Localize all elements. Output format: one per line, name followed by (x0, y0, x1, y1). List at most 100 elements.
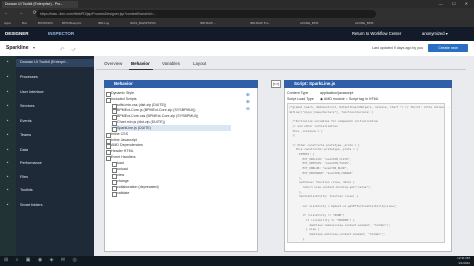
behavior-panel-title: Behavior (104, 80, 258, 88)
chevron-down-icon[interactable]: ▾ (33, 45, 35, 50)
behavior-row[interactable]: SparkLine.js (DUITE) (117, 126, 151, 130)
behavior-row[interactable]: Dynamic Style (111, 91, 134, 95)
code-line: domClass.remove(view.context.element, "h… (289, 222, 391, 227)
file-icon: ▪ (6, 174, 9, 180)
behavior-row[interactable]: Event Handlers (111, 155, 136, 159)
behavior-row[interactable]: validate (117, 191, 129, 195)
behavior-row[interactable]: AMD Dependencies (111, 143, 143, 147)
behavior-row[interactable]: change (117, 179, 129, 183)
bookmark-item[interactable]: AZURE_BPM (355, 20, 373, 27)
behavior-row[interactable]: load (117, 161, 124, 165)
bookmark-item[interactable]: IBM BAW Pro... (250, 20, 271, 27)
code-line: }; (289, 133, 296, 138)
return-to-workflow-center-link[interactable]: Return to Workflow Center (352, 31, 401, 36)
app-header: DESIGNER INSPECTOR (0, 27, 474, 41)
process-icon: ▪ (6, 74, 9, 80)
bookmark-item[interactable]: IBM BAW ... (200, 20, 216, 27)
code-line: define(["dojo/_base/declare"], function(… (289, 109, 374, 114)
tab-inspector[interactable]: INSPECTOR (48, 27, 74, 41)
bookmark-item[interactable]: IMAS_BAWPSPOC (130, 20, 156, 27)
code-line: EVT_ONBLUR: "eventON_BLUR", (289, 166, 348, 171)
code-line: }, (289, 175, 303, 180)
code-line: } (289, 236, 305, 241)
code-line: return view.context.binding.get("value")… (289, 184, 372, 189)
sidebar-item[interactable]: Services (20, 104, 35, 108)
behavior-row[interactable]: BPMExt-Core.css (BPMExt-Core.zip (SYSBPM… (117, 114, 198, 118)
window-controls[interactable]: — ☐ ✕ (439, 0, 472, 8)
code-line: /*Initialize variables for component ini… (289, 119, 379, 124)
bookmark-item[interactable]: AZURE_BPM (300, 20, 318, 27)
code-line: this._instance = { (289, 128, 323, 133)
sidebar-item[interactable]: Data (20, 148, 28, 152)
url-field[interactable]: https://baw...ibm.com/WebPD/jsp/ProcessD… (36, 10, 376, 18)
bookmark-item[interactable]: IBM Log (98, 20, 109, 27)
tab-overview[interactable]: Overview (104, 61, 122, 66)
behavior-row[interactable]: Inline CSS (111, 132, 128, 136)
sidebar-item[interactable]: Events (20, 119, 32, 123)
bookmark-item[interactable]: BPM Blueprint (62, 20, 81, 27)
data-icon: ▪ (6, 147, 9, 153)
behavior-row[interactable]: Header HTML (111, 149, 134, 153)
toolkit-icon: ▪ (6, 187, 9, 193)
code-line: }, (289, 189, 303, 194)
sidebar-item[interactable]: Processes (20, 75, 38, 79)
browser-tab[interactable]: Doosan UI Toolkit (Enterprise) - Pro... (2, 1, 78, 8)
artifact-title: Sparkline (6, 45, 29, 51)
content-type-label: Content Type (287, 91, 309, 95)
code-line: EVT_ONCHANGE: "eventON_CHANGE" (289, 170, 353, 175)
sidebar-item[interactable]: Toolkits (20, 188, 33, 192)
code-line: handleVisibility: function (view) { (289, 194, 359, 199)
behavior-row[interactable]: sdfsl.min.css (dist.zip (DUITE)) (117, 103, 166, 107)
service-icon: ▪ (6, 103, 9, 109)
behavior-row[interactable]: BPMExt-Core.js (BPMExt-Core.zip (SYSBPMU… (117, 108, 195, 112)
content-type-value: application/javascript (320, 91, 354, 95)
tab-behavior[interactable]: Behavior (131, 61, 150, 66)
add-remove-icons[interactable]: ⊕ ⊕ ⊖ (246, 91, 252, 112)
tab-layout[interactable]: Layout (193, 61, 206, 66)
behavior-row[interactable]: view (117, 173, 124, 177)
script-panel-title: Script: SparkLine.js (284, 80, 452, 88)
sidebar-item[interactable]: Files (20, 175, 28, 179)
user-menu[interactable]: anonymized ▾ (422, 31, 448, 36)
event-icon: ▪ (6, 118, 9, 124)
sidebar-item[interactable]: Teams (20, 133, 31, 137)
bookmark-item[interactable]: BOWSSPC (38, 20, 53, 27)
ui-icon: ▪ (6, 89, 9, 95)
sidebar-item[interactable]: User interface (20, 90, 44, 94)
behavior-row[interactable]: unload (117, 167, 128, 171)
behavior-row[interactable]: Chart.min.js (dist.zip (DUITE)) (117, 120, 165, 124)
active-tab-indicator (129, 69, 153, 70)
behavior-row[interactable]: collaboration (deprecated) (117, 185, 159, 189)
create-new-button[interactable]: Create new (428, 44, 468, 52)
sidebar-item[interactable]: Smart folders (20, 203, 43, 207)
behavior-row[interactable]: Included Scripts (111, 97, 137, 101)
code-line: if (visibility == "HIDDEN") { (289, 217, 355, 222)
code-line: EVENTS: { (289, 152, 315, 156)
sidebar-item[interactable]: Doosan UI Toolkit (Enterpri... (20, 60, 68, 64)
sidebar-item[interactable]: Performance (20, 161, 42, 165)
tab-variables[interactable]: Variables (162, 61, 180, 66)
code-line: var visibility = bpmext.ui.getEffectiveV… (289, 203, 397, 208)
code-line: this.constructor.prototype._proto = { (289, 147, 359, 152)
code-line: // Other constructs prototype._proto = { (289, 142, 360, 147)
script-load-type-options[interactable]: ◉ AMD module ○ Script tag in HTML (320, 97, 379, 101)
undo-redo-icons[interactable]: ⤺ ⤻ (60, 46, 79, 51)
code-line: domClass.add(view.context.element, "hidd… (289, 231, 385, 236)
bookmarks-bar: Apps Box BOWSSPC BPM Blueprint IBM Log IMAS_B… (0, 20, 474, 27)
project-icon: ▪ (6, 59, 9, 65)
clock-date: 4/1/2022 (458, 260, 470, 265)
code-line: } else { (289, 227, 320, 232)
bookmark-item[interactable]: Apps (4, 20, 11, 27)
behavior-row[interactable]: Inline Javascript (111, 138, 137, 142)
taskbar-icons[interactable]: ⊞ ⌕ ▣ ◉ ◈ ✉ ◎ (4, 257, 80, 263)
panel-resize-button[interactable]: |<>| (271, 80, 281, 88)
code-line: // and other initialization (289, 123, 338, 128)
tab-designer[interactable]: DESIGNER (5, 27, 29, 41)
bookmark-item[interactable]: Box (22, 20, 27, 27)
performance-icon: ▪ (6, 160, 9, 166)
code-line: if (visibility != "NONE") (289, 213, 345, 218)
taskbar-clock: 12:31 PM 4/1/2022 (438, 256, 470, 265)
code-line: EVT_ONCLICK: "eventON_CLICK", (289, 156, 352, 161)
code-line: setValue: function (view, data) { (289, 180, 355, 185)
code-line: EVT_ONFOCUS: "eventON_FOCUS", (289, 161, 352, 166)
